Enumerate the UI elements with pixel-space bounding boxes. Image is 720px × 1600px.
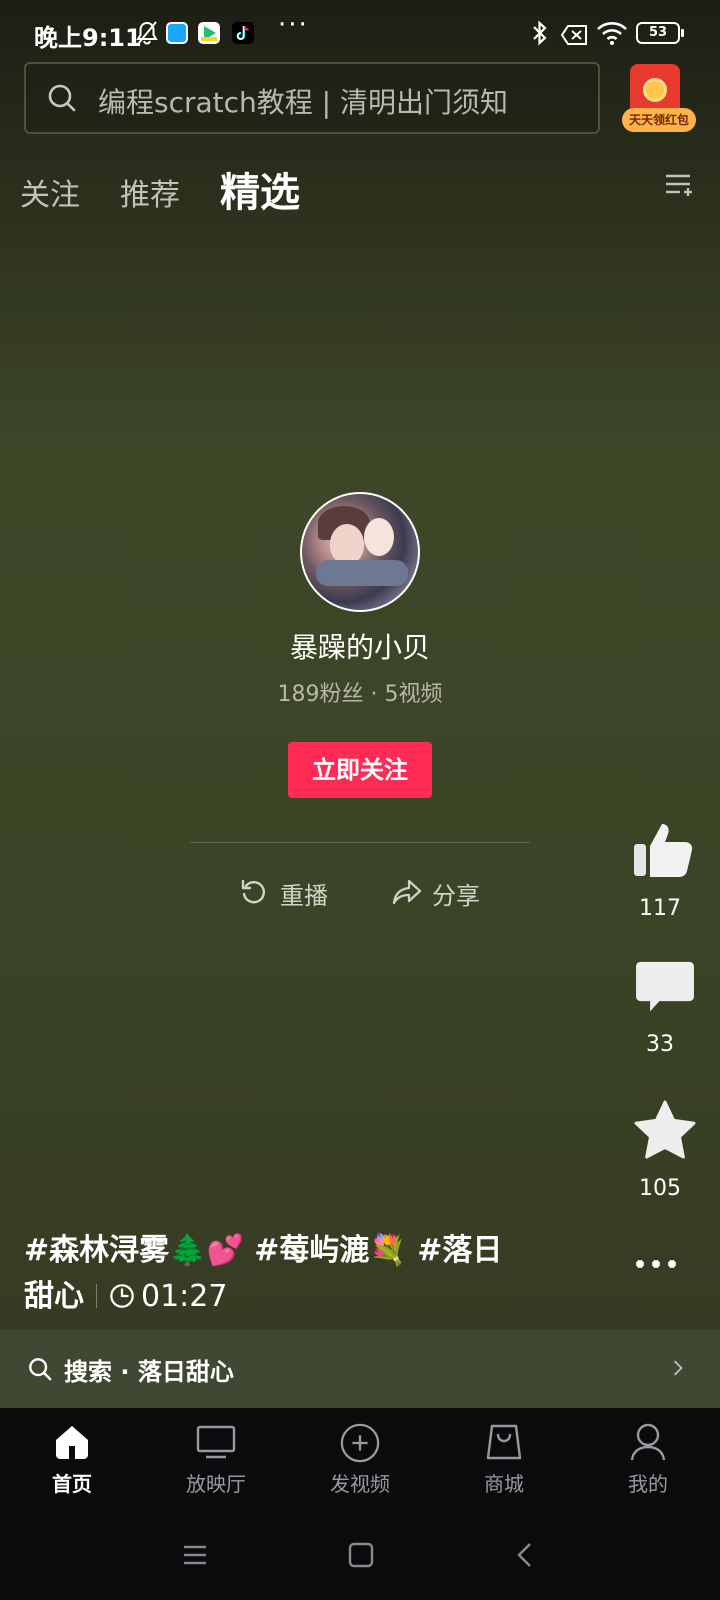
bluetooth-icon <box>533 20 547 46</box>
favorite-button[interactable]: 105 <box>620 1100 700 1201</box>
replay-label: 重播 <box>280 882 328 910</box>
tiktok-notification-icon <box>232 22 254 44</box>
comment-button[interactable]: 33 <box>620 960 700 1057</box>
tab-following[interactable]: 关注 <box>20 170 80 214</box>
favorite-count: 105 <box>639 1176 681 1201</box>
bottom-nav: 首页 放映厅 发视频 商城 我的 <box>0 1408 720 1516</box>
back-icon[interactable] <box>516 1542 534 1568</box>
status-time: 晚上9:11 <box>34 24 142 52</box>
search-icon <box>29 1358 52 1381</box>
wifi-icon <box>597 22 627 45</box>
thumbs-up-icon <box>634 824 693 877</box>
tv-icon <box>196 1425 236 1459</box>
avatar-face-2 <box>364 518 394 556</box>
nav-me[interactable]: 我的 <box>593 1422 703 1497</box>
person-icon <box>630 1423 666 1461</box>
home-icon <box>56 1426 88 1459</box>
video-app-notification-icon <box>198 22 220 44</box>
search-placeholder: 编程scratch教程 | 清明出门须知 <box>98 86 509 119</box>
nav-mall-label: 商城 <box>484 1472 524 1496</box>
no-sim-icon <box>560 25 587 45</box>
status-bar: 晚上9:11 ··· 53 <box>0 0 720 64</box>
comment-icon <box>636 961 694 1012</box>
author-name[interactable]: 暴躁的小贝 <box>0 626 720 666</box>
like-count: 117 <box>639 896 681 921</box>
nav-home[interactable]: 首页 <box>17 1422 127 1497</box>
menu-icon[interactable] <box>182 1542 208 1568</box>
plus-circle-icon <box>340 1423 380 1463</box>
share-label: 分享 <box>432 882 480 910</box>
tab-menu-icon[interactable] <box>664 170 694 200</box>
nav-theater[interactable]: 放映厅 <box>161 1422 271 1497</box>
nav-theater-label: 放映厅 <box>186 1472 246 1496</box>
red-packet-label: 天天领红包 <box>622 108 696 132</box>
follow-button[interactable]: 立即关注 <box>288 742 432 798</box>
star-icon <box>634 1100 695 1159</box>
search-icon <box>48 84 76 112</box>
system-nav-bar <box>0 1516 720 1600</box>
shopping-bag-icon <box>486 1424 522 1460</box>
video-duration: 01:27 <box>141 1279 228 1314</box>
more-options-icon[interactable] <box>634 1258 678 1270</box>
nav-home-label: 首页 <box>52 1472 92 1496</box>
video-caption[interactable]: #森林浔雾🌲💕 #莓屿漉💐 #落日甜心 01:27 <box>24 1228 504 1320</box>
chevron-right-icon <box>673 1360 683 1376</box>
feed-tabs: 关注 推荐 精选 <box>0 160 720 220</box>
search-input[interactable]: 编程scratch教程 | 清明出门须知 <box>24 62 600 134</box>
red-packet-button[interactable]: 天天领红包 <box>622 62 696 134</box>
more-notifications-icon: ··· <box>278 10 309 40</box>
mute-bell-icon <box>136 21 158 45</box>
related-search-bar[interactable]: 搜索 · 落日甜心 <box>0 1330 720 1408</box>
author-stats: 189粉丝 · 5视频 <box>277 682 443 707</box>
home-square-icon[interactable] <box>348 1542 374 1568</box>
comment-count: 33 <box>646 1032 674 1057</box>
tab-featured[interactable]: 精选 <box>220 160 300 218</box>
like-button[interactable]: 117 <box>620 818 700 921</box>
tab-recommended[interactable]: 推荐 <box>120 170 180 214</box>
nav-post-video[interactable]: 发视频 <box>305 1422 415 1497</box>
replay-icon <box>241 879 265 904</box>
related-search-text: 搜索 · 落日甜心 <box>64 1358 234 1386</box>
clock-icon <box>110 1284 134 1308</box>
avatar-face <box>330 524 364 564</box>
app-notification-icon <box>166 22 188 44</box>
battery-indicator: 53 <box>636 22 684 44</box>
nav-post-label: 发视频 <box>330 1472 390 1496</box>
caption-separator <box>96 1284 97 1308</box>
divider <box>190 842 530 843</box>
avatar-scarf <box>316 560 408 586</box>
nav-me-label: 我的 <box>628 1472 668 1496</box>
nav-mall[interactable]: 商城 <box>449 1422 559 1497</box>
author-avatar[interactable] <box>300 492 420 612</box>
coin-icon <box>643 78 667 102</box>
share-icon <box>392 879 422 905</box>
